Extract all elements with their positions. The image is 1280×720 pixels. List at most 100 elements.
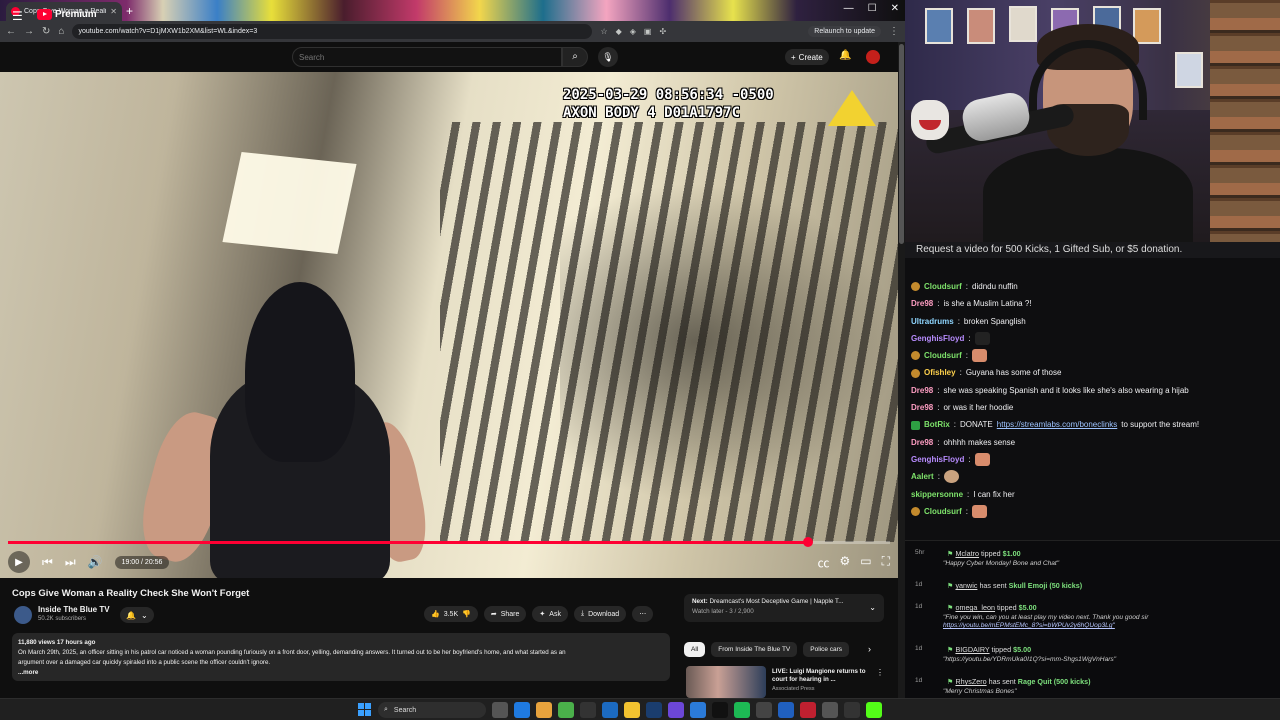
- reload-icon[interactable]: ↻: [42, 26, 50, 37]
- chat-username[interactable]: GenghisFloyd: [911, 330, 964, 347]
- alert-link[interactable]: https://youtu.be/mEPMstEMc_8?si=bWPUv2y6…: [943, 622, 1115, 629]
- chat-username[interactable]: skippersonne: [911, 486, 963, 503]
- minimize-icon[interactable]: —: [844, 3, 854, 14]
- url-field[interactable]: youtube.com/watch?v=D1jMXW1b2XM&list=WL&…: [72, 24, 593, 39]
- recommended-video[interactable]: LIVE: Luigi Mangione returns to court fo…: [686, 666, 886, 698]
- app-icon[interactable]: [844, 702, 860, 718]
- show-more-link[interactable]: ...more: [18, 668, 664, 678]
- video-player[interactable]: 2025-03-29 08:56:34 -0500 AXON BODY 4 D0…: [0, 72, 898, 578]
- chat-username[interactable]: Ofishley: [924, 364, 956, 381]
- app-icon[interactable]: [822, 702, 838, 718]
- subscribed-button[interactable]: 🔔 ⌄: [120, 607, 154, 623]
- chat-username[interactable]: Dre98: [911, 295, 933, 312]
- chip-from-channel[interactable]: From Inside The Blue TV: [711, 642, 798, 657]
- home-icon[interactable]: ⌂: [58, 26, 64, 37]
- app-icon[interactable]: [602, 702, 618, 718]
- play-button[interactable]: ▶: [8, 551, 30, 573]
- chevron-right-icon[interactable]: ›: [868, 644, 871, 654]
- captions-icon[interactable]: ㏄: [817, 554, 829, 571]
- next-icon[interactable]: ⏭: [65, 555, 76, 570]
- maximize-icon[interactable]: ☐: [868, 3, 877, 14]
- app-icon[interactable]: [778, 702, 794, 718]
- browser-menu-icon[interactable]: ⋮: [889, 26, 899, 37]
- search-input[interactable]: [299, 52, 561, 62]
- bookmark-star-icon[interactable]: ☆: [600, 27, 607, 36]
- create-button[interactable]: + Create: [785, 49, 829, 65]
- search-box[interactable]: [292, 47, 562, 67]
- chat-username[interactable]: Cloudsurf: [924, 503, 962, 520]
- chat-username[interactable]: Dre98: [911, 399, 933, 416]
- back-icon[interactable]: ←: [6, 26, 16, 37]
- description-box[interactable]: 11,880 views 17 hours ago On March 29th,…: [12, 633, 670, 681]
- more-dots-icon[interactable]: ⋮: [876, 668, 884, 677]
- chip-police-cars[interactable]: Police cars: [803, 642, 850, 657]
- chat-username[interactable]: Dre98: [911, 434, 933, 451]
- chat-username[interactable]: Ultradrums: [911, 313, 954, 330]
- terminal-icon[interactable]: [580, 702, 596, 718]
- settings-gear-icon[interactable]: ⚙: [839, 554, 850, 571]
- app-icon[interactable]: [756, 702, 772, 718]
- playlist-next-panel[interactable]: Next: Dreamcast's Most Deceptive Game | …: [684, 594, 884, 622]
- chip-all[interactable]: All: [684, 642, 706, 657]
- share-button[interactable]: ➦ Share: [483, 606, 527, 622]
- notifications-bell-icon[interactable]: 🔔: [839, 50, 851, 61]
- forward-icon[interactable]: →: [24, 26, 34, 37]
- channel-avatar[interactable]: [14, 606, 32, 624]
- discord-icon[interactable]: [668, 702, 684, 718]
- windows-start-icon[interactable]: [358, 703, 371, 716]
- volume-icon[interactable]: 🔊: [88, 555, 103, 569]
- extensions-puzzle-icon[interactable]: ✣: [659, 27, 666, 36]
- chat-username[interactable]: Dre98: [911, 382, 933, 399]
- file-explorer-icon[interactable]: [624, 702, 640, 718]
- chat-username[interactable]: BotRix: [924, 416, 950, 433]
- more-actions-button[interactable]: ⋯: [632, 606, 654, 622]
- alert-username[interactable]: yanwic: [955, 581, 977, 590]
- chevron-down-icon[interactable]: ⌄: [869, 603, 876, 612]
- channel-name[interactable]: Inside The Blue TV: [38, 605, 110, 614]
- extension-icon[interactable]: ◆: [616, 27, 622, 36]
- theater-mode-icon[interactable]: ▭: [860, 554, 871, 571]
- menu-hamburger-icon[interactable]: ☰: [12, 9, 23, 23]
- chrome-icon[interactable]: [536, 702, 552, 718]
- page-scrollbar[interactable]: [898, 42, 905, 698]
- alert-username[interactable]: omega_leon: [955, 603, 995, 612]
- app-icon[interactable]: [800, 702, 816, 718]
- alert-username[interactable]: RhysZero: [955, 677, 986, 686]
- alert-username[interactable]: Mclatro: [955, 549, 979, 558]
- video-progress-bar[interactable]: [8, 537, 890, 547]
- epic-games-icon[interactable]: [712, 702, 728, 718]
- tab-close-icon[interactable]: ✕: [110, 7, 117, 16]
- scrollbar-thumb[interactable]: [899, 44, 904, 244]
- scrubber-handle[interactable]: [802, 537, 813, 547]
- taskbar-search[interactable]: ⌕ Search: [378, 702, 486, 718]
- chat-username[interactable]: Aalert: [911, 468, 934, 485]
- new-tab-button[interactable]: +: [126, 4, 133, 18]
- ask-button[interactable]: ✦ Ask: [532, 606, 568, 622]
- search-button[interactable]: ⌕: [562, 47, 588, 67]
- fullscreen-icon[interactable]: ⛶: [882, 554, 890, 571]
- recommended-thumbnail[interactable]: [686, 666, 766, 698]
- previous-icon[interactable]: ⏮: [42, 555, 53, 570]
- edge-icon[interactable]: [514, 702, 530, 718]
- chat-link[interactable]: https://streamlabs.com/boneclinks: [997, 416, 1118, 433]
- voice-search-button[interactable]: 🎙: [598, 47, 618, 67]
- app-icon[interactable]: [690, 702, 706, 718]
- steam-icon[interactable]: [646, 702, 662, 718]
- account-avatar[interactable]: [866, 50, 880, 64]
- download-button[interactable]: ⤓ Download: [573, 606, 627, 622]
- chat-username[interactable]: Cloudsurf: [924, 278, 962, 295]
- kick-icon[interactable]: [866, 702, 882, 718]
- youtube-logo[interactable]: Premium: [37, 9, 97, 20]
- close-window-icon[interactable]: ✕: [891, 3, 899, 14]
- extension-icon[interactable]: ▣: [644, 27, 652, 36]
- chat-username[interactable]: GenghisFloyd: [911, 451, 964, 468]
- thumbs-down-icon[interactable]: 👎: [462, 610, 471, 618]
- alert-username[interactable]: BIGDAIRY: [955, 645, 989, 654]
- chat-username[interactable]: Cloudsurf: [924, 347, 962, 364]
- relaunch-button[interactable]: Relaunch to update: [808, 26, 881, 37]
- task-view-icon[interactable]: [492, 702, 508, 718]
- chrome-profile-icon[interactable]: [558, 702, 574, 718]
- like-button[interactable]: 👍 3.5K 👎: [424, 606, 478, 622]
- extension-icon[interactable]: ◈: [630, 27, 636, 36]
- spotify-icon[interactable]: [734, 702, 750, 718]
